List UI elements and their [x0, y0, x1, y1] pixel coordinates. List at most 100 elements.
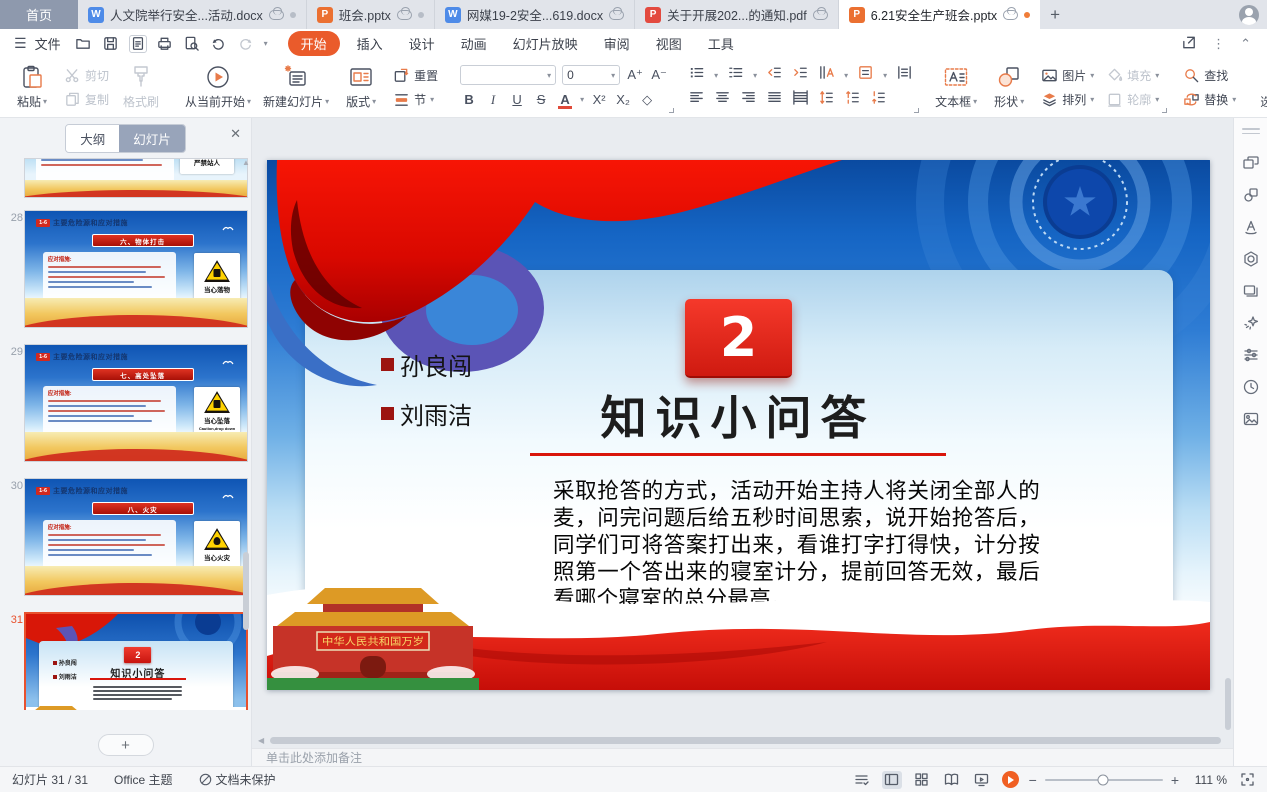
section-button[interactable]: 节▾ [389, 89, 442, 110]
decrease-indent-button[interactable] [766, 64, 783, 86]
editor-horizontal-scrollbar[interactable]: ◀ [256, 736, 1223, 745]
outline-tab[interactable]: 大纲 [66, 125, 119, 152]
zoom-slider[interactable] [1045, 779, 1163, 781]
find-button[interactable]: 查找 [1179, 65, 1240, 86]
menu-tab-insert[interactable]: 插入 [344, 31, 396, 56]
thumbnail-slide-29[interactable]: 1-6主要危险源和应对措施 七、高处坠落 应对措施: 当心坠落 Caution,… [24, 344, 248, 462]
fill-button[interactable]: 填充▾ [1102, 65, 1163, 86]
quick-access-dropdown-icon[interactable]: ▾ [264, 39, 268, 48]
notes-toggle-icon[interactable] [852, 771, 872, 789]
scrollbar-thumb[interactable] [243, 552, 249, 630]
thumbnail-slide-31-selected[interactable]: 孙良闯 刘雨洁 2 知识小问答 [24, 612, 248, 710]
justify-button[interactable] [766, 89, 783, 111]
slides-tab[interactable]: 幻灯片 [119, 125, 185, 152]
document-protection[interactable]: 文档未保护 [199, 771, 276, 788]
bold-button[interactable]: B [460, 90, 478, 110]
zoom-percentage[interactable]: 111 % [1189, 773, 1227, 787]
thumbnail-slide-28[interactable]: 1-6主要危险源和应对措施 六、物体打击 应对措施: 当心落物 [24, 210, 248, 328]
presenter-names-textbox[interactable]: 孙良闯 刘雨洁 [381, 350, 472, 448]
format-painter-button[interactable]: 格式刷 [115, 58, 167, 117]
home-tab[interactable]: 首页 [0, 0, 78, 29]
collapse-ribbon-icon[interactable]: ⌃ [1240, 36, 1251, 52]
adjust-settings-icon[interactable] [1242, 346, 1260, 364]
distribute-button[interactable] [792, 89, 809, 111]
fit-slide-icon[interactable] [1237, 771, 1257, 789]
italic-button[interactable]: I [484, 90, 502, 110]
zoom-slider-knob[interactable] [1097, 774, 1108, 785]
font-dialog-launcher[interactable] [669, 108, 674, 113]
slide-canvas[interactable]: 孙良闯 刘雨洁 2 知识小问答 采取抢答的方式，活动开始主持人将关闭全部人的麦，… [267, 160, 1210, 690]
align-right-button[interactable] [740, 89, 757, 111]
more-options-icon[interactable]: ⋮ [1212, 36, 1226, 52]
notes-bar[interactable]: 单击此处添加备注 [252, 748, 1233, 766]
doc-tab-active[interactable]: P 6.21安全生产班会.pptx [839, 0, 1040, 29]
doc-tab-4[interactable]: P 关于开展202...的通知.pdf [635, 0, 839, 29]
paste-button[interactable]: 粘贴▾ [6, 58, 58, 117]
theme-name[interactable]: Office 主题 [114, 771, 172, 788]
thumbnail-slide-27-partial[interactable]: 严禁站人 [24, 158, 248, 198]
slide-panels-icon[interactable] [1242, 154, 1260, 172]
file-menu[interactable]: 文件 [35, 34, 61, 53]
hamburger-menu-icon[interactable]: ☰ [14, 35, 27, 52]
increase-font-button[interactable]: A⁺ [626, 65, 644, 85]
rail-drag-handle[interactable] [1242, 128, 1260, 137]
strikethrough-button[interactable]: S [532, 90, 550, 110]
scroll-up-icon[interactable]: ▲ [242, 158, 250, 167]
share-icon[interactable] [1181, 34, 1198, 54]
copy-button[interactable]: 复制 [60, 89, 113, 110]
underline-button[interactable]: U [508, 90, 526, 110]
new-slide-button[interactable]: 新建幻灯片▾ [257, 58, 335, 117]
menu-tab-review[interactable]: 审阅 [591, 31, 643, 56]
shape-button[interactable]: 形状▾ [983, 58, 1035, 117]
close-panel-icon[interactable]: ✕ [230, 126, 241, 142]
doc-tab-3[interactable]: W 网媒19-2安全...619.docx [435, 0, 635, 29]
clear-format-button[interactable]: ◇ [638, 90, 656, 110]
subscript-button[interactable]: X₂ [614, 90, 632, 110]
reading-view-icon[interactable] [942, 771, 962, 789]
menu-tab-animation[interactable]: 动画 [448, 31, 500, 56]
outline-button[interactable]: 轮廓▾ [1102, 89, 1163, 110]
line-spacing-button[interactable] [818, 89, 835, 111]
menu-tab-tools[interactable]: 工具 [695, 31, 747, 56]
font-color-dropdown-icon[interactable]: ▾ [580, 95, 584, 104]
thumbnail-slide-30[interactable]: 1-6主要危险源和应对措施 八、火灾 应对措施: 当心火灾 [24, 478, 248, 596]
paragraph-spacing-increase-button[interactable] [844, 89, 861, 111]
editor-vertical-scrollbar[interactable] [1225, 678, 1231, 730]
export-pdf-icon[interactable] [129, 35, 147, 53]
selection-pane-button[interactable]: 选择窗格 [1254, 58, 1267, 117]
numbering-button[interactable] [727, 64, 744, 86]
zoom-in-button[interactable]: + [1171, 772, 1179, 788]
superscript-button[interactable]: X² [590, 90, 608, 110]
align-left-button[interactable] [688, 89, 705, 111]
shapes-icon[interactable] [1242, 186, 1260, 204]
print-preview-icon[interactable] [183, 35, 201, 53]
user-avatar[interactable] [1239, 5, 1259, 25]
print-icon[interactable] [156, 35, 174, 53]
menu-tab-design[interactable]: 设计 [396, 31, 448, 56]
new-tab-button[interactable]: + [1040, 0, 1070, 29]
menu-tab-slideshow[interactable]: 幻灯片放映 [500, 31, 591, 56]
textbox-button[interactable]: 文本框▾ [929, 58, 983, 117]
thumbnail-scrollbar[interactable]: ▲ [243, 162, 250, 704]
undo-icon[interactable] [210, 35, 228, 53]
arrange-button[interactable]: 排列▾ [1037, 89, 1098, 110]
doc-tab-2[interactable]: P 班会.pptx [307, 0, 435, 29]
align-text-button[interactable] [857, 64, 874, 86]
save-icon[interactable] [102, 35, 120, 53]
effects-icon[interactable] [1242, 314, 1260, 332]
paragraph-dialog-launcher[interactable] [914, 108, 919, 113]
bullets-button[interactable] [688, 64, 705, 86]
zoom-out-button[interactable]: − [1029, 772, 1037, 788]
wordart-icon[interactable] [1242, 218, 1260, 236]
layout-button[interactable]: 版式▾ [335, 58, 387, 117]
text-direction-button[interactable] [818, 64, 835, 86]
open-file-icon[interactable] [75, 35, 93, 53]
cut-button[interactable]: 剪切 [60, 65, 113, 86]
smart-assistant-icon[interactable] [1242, 250, 1260, 268]
picture-button[interactable]: 图片▾ [1037, 65, 1098, 86]
reset-slide-button[interactable]: 重置 [389, 65, 442, 86]
slide-sorter-view-icon[interactable] [912, 771, 932, 789]
doc-tab-1[interactable]: W 人文院举行安全...活动.docx [78, 0, 307, 29]
slide-title[interactable]: 知识小问答 [525, 382, 951, 448]
layers-icon[interactable] [1242, 282, 1260, 300]
